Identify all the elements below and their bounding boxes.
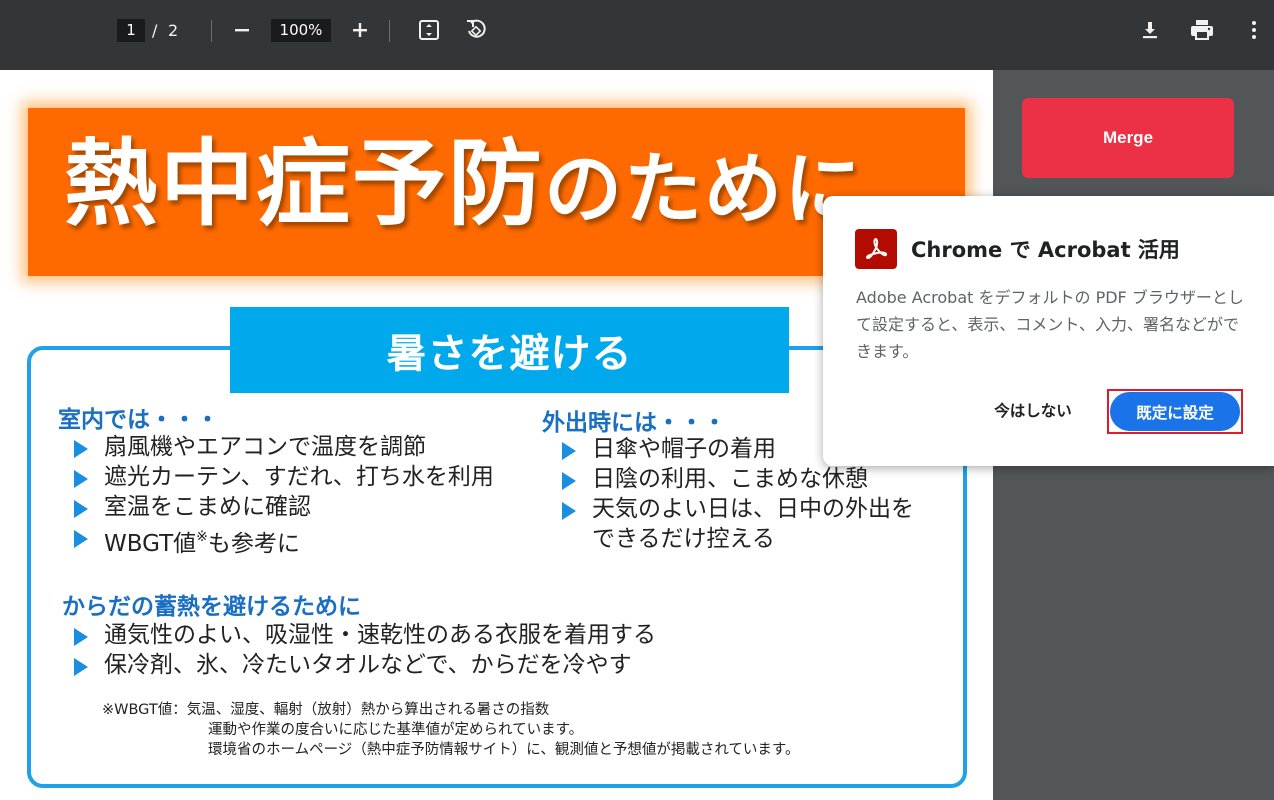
rotate-icon — [467, 19, 486, 38]
page-number-input[interactable]: 1 — [117, 19, 145, 42]
not-now-button[interactable]: 今はしない — [981, 395, 1085, 425]
zoom-in-icon — [353, 23, 367, 37]
list-item: 保冷剤、氷、冷たいタオルなどで、からだを冷やす — [74, 650, 656, 680]
popup-body: Adobe Acrobat をデフォルトの PDF ブラウザーとして設定すると、… — [856, 288, 1244, 361]
bullet-triangle-icon — [74, 658, 88, 676]
toolbar-divider — [211, 20, 212, 42]
zoom-out-icon — [235, 29, 249, 32]
more-options-button[interactable] — [1239, 15, 1269, 45]
body-heat-heading: からだの蓄熱を避けるために — [62, 594, 361, 620]
acrobat-logo-icon — [855, 229, 897, 269]
zoom-out-button[interactable] — [227, 15, 257, 45]
total-pages: 2 — [168, 21, 179, 40]
fit-page-icon — [419, 20, 439, 40]
popup-title: Chrome で Acrobat 活用 — [911, 238, 1180, 262]
list-item: 通気性のよい、吸湿性・速乾性のある衣服を着用する — [74, 620, 656, 650]
bullet-triangle-icon — [74, 500, 88, 518]
download-button[interactable] — [1135, 15, 1165, 45]
pdf-toolbar: 1 / 2 100% — [0, 0, 1274, 70]
list-item: WBGT値※も参考に — [74, 522, 494, 559]
fit-to-page-button[interactable] — [414, 15, 444, 45]
print-icon — [1191, 20, 1213, 40]
more-options-icon — [1252, 21, 1256, 39]
list-item: 扇風機やエアコンで温度を調節 — [74, 432, 494, 462]
merge-button[interactable]: Merge — [1022, 98, 1234, 178]
list-item: 遮光カーテン、すだれ、打ち水を利用 — [74, 462, 494, 492]
print-button[interactable] — [1187, 15, 1217, 45]
wbgt-note: ※WBGT値：気温、湿度、輻射（放射）熱から算出される暑さの指数 運動や作業の度… — [102, 702, 800, 758]
bullet-triangle-icon — [74, 628, 88, 646]
zoom-level-input[interactable]: 100% — [271, 19, 331, 42]
list-item: 室温をこまめに確認 — [74, 492, 494, 522]
download-icon — [1143, 22, 1157, 39]
section-heading: 暑さを避ける — [230, 307, 789, 393]
bullet-triangle-icon — [562, 502, 576, 520]
list-item-continuation: できるだけ控える — [592, 526, 775, 552]
zoom-in-button[interactable] — [345, 15, 375, 45]
bullet-triangle-icon — [74, 530, 88, 548]
bullet-triangle-icon — [74, 440, 88, 458]
bullet-triangle-icon — [562, 442, 576, 460]
set-default-button[interactable]: 既定に設定 — [1110, 392, 1240, 431]
indoor-heading: 室内では・・・ — [58, 407, 219, 433]
toolbar-divider — [389, 20, 390, 42]
acrobat-promo-popup: Chrome で Acrobat 活用 Adobe Acrobat をデフォルト… — [823, 196, 1274, 466]
indoor-list: 扇風機やエアコンで温度を調節 遮光カーテン、すだれ、打ち水を利用 室温をこまめに… — [74, 432, 494, 559]
rotate-button[interactable] — [461, 15, 491, 45]
document-title: 熱中症予防のために — [64, 130, 865, 239]
list-item: 天気のよい日は、日中の外出を — [562, 494, 914, 524]
bullet-triangle-icon — [74, 470, 88, 488]
list-item: 日陰の利用、こまめな休憩 — [562, 464, 914, 494]
bullet-triangle-icon — [562, 472, 576, 490]
body-heat-list: 通気性のよい、吸湿性・速乾性のある衣服を着用する 保冷剤、氷、冷たいタオルなどで… — [74, 620, 656, 680]
page-separator: / — [152, 21, 158, 40]
outdoor-heading: 外出時には・・・ — [542, 410, 726, 436]
